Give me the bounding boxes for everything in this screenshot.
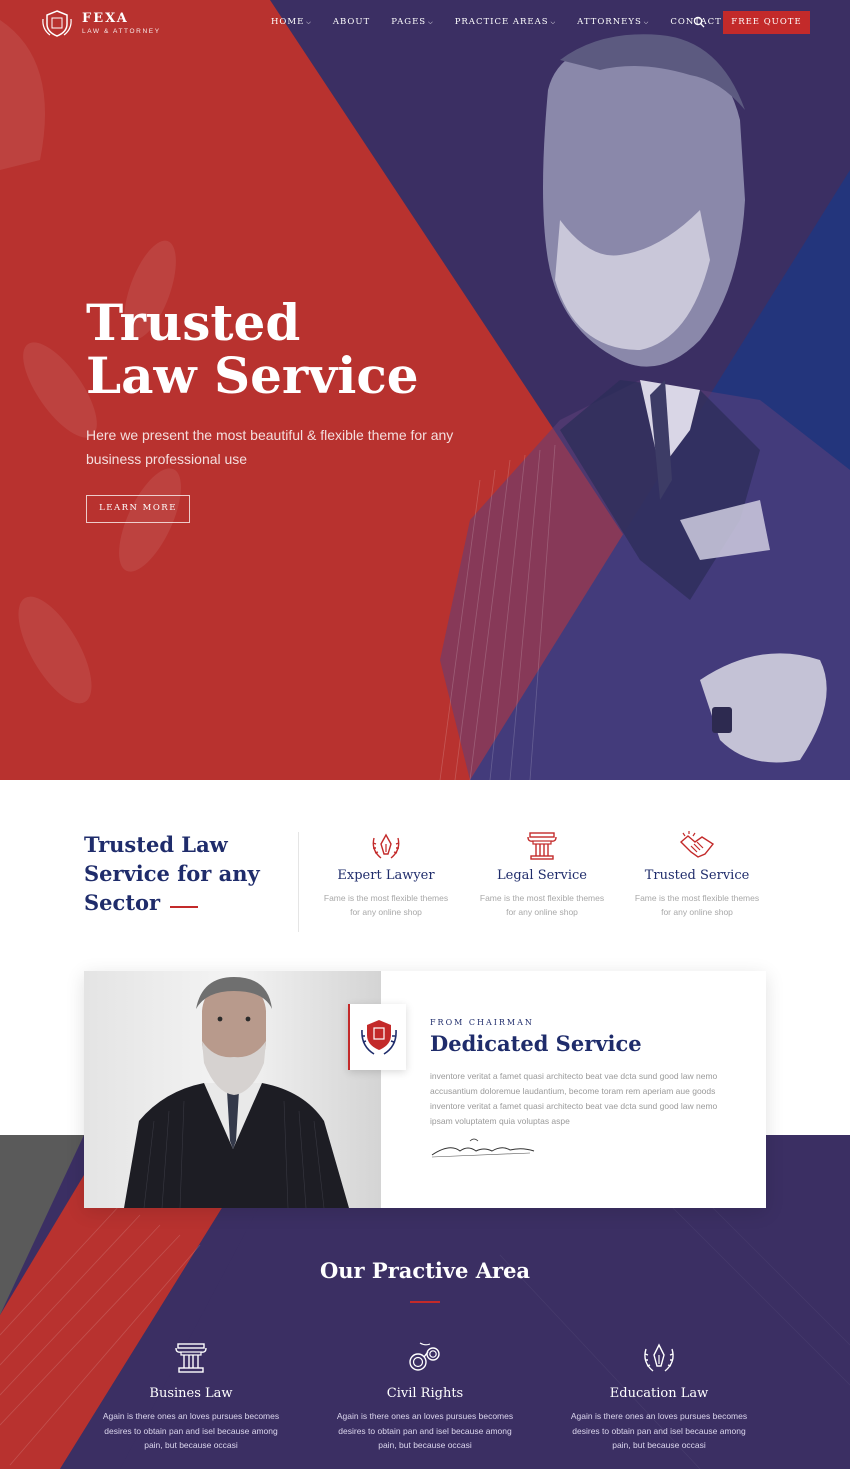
feature-expert-lawyer: Expert Lawyer Fame is the most flexible … (306, 830, 466, 919)
features-heading: Trusted Law Service for any Sector (84, 830, 294, 917)
chevron-down-icon: ⌵ (428, 19, 434, 26)
free-quote-button[interactable]: FREE QUOTE (723, 11, 810, 34)
pen-laurel-icon (644, 1343, 674, 1372)
nav-item-attorneys[interactable]: ATTORNEYS ⌵ (577, 17, 649, 27)
nav-item-label: PRACTICE AREAS (454, 17, 549, 27)
nav-item-label: HOME (271, 17, 305, 27)
nav-item-practice-areas[interactable]: PRACTICE AREAS ⌵ (455, 17, 556, 27)
practice-busines-law[interactable]: Busines Law Again is there ones an loves… (91, 1340, 291, 1453)
chairman-card: FROM CHAIRMAN Dedicated Service inventor… (84, 971, 766, 1208)
hero-title-line: Trusted (86, 293, 301, 352)
feature-description: Fame is the most flexible themes for any … (479, 893, 605, 917)
pillar-icon (175, 1343, 207, 1373)
nav-item-label: PAGES (391, 17, 427, 27)
vertical-divider (298, 832, 299, 932)
learn-more-button[interactable]: LEARN MORE (86, 495, 190, 523)
nav-item-about[interactable]: ABOUT (333, 17, 370, 27)
hero-title-line: Law Service (86, 346, 419, 405)
chairman-text: inventore veritat a famet quasi architec… (430, 1071, 718, 1126)
practice-description: Again is there ones an loves pursues bec… (102, 1411, 280, 1450)
main-menu: HOME ⌵ ABOUT PAGES ⌵ PRACTICE AREAS ⌵ ATTOR… (271, 17, 743, 27)
features-heading-line: Trusted Law (84, 832, 228, 857)
brand-tagline: LAW & ATTORNEY (82, 27, 161, 35)
feature-title: Expert Lawyer (337, 868, 435, 883)
nav-item-label: ATTORNEYS (577, 17, 642, 27)
feature-title: Trusted Service (644, 868, 750, 883)
features-heading-line: Service for any (84, 861, 260, 886)
practice-title: Civil Rights (386, 1386, 464, 1401)
shield-laurel-icon (42, 10, 72, 37)
feature-description: Fame is the most flexible themes for any … (634, 893, 760, 917)
chevron-down-icon: ⌵ (550, 19, 557, 26)
hero-title: Trusted Law Service (86, 296, 506, 402)
search-icon[interactable] (693, 16, 705, 28)
nav-item-home[interactable]: HOME ⌵ (271, 17, 312, 27)
brand-logo[interactable]: FEXA LAW & ATTORNEY (40, 7, 161, 39)
nav-item-label: ABOUT (332, 17, 371, 27)
shield-laurel-icon (361, 1020, 397, 1055)
practice-heading: Our Practive Area (319, 1258, 531, 1283)
heading-underline (410, 1301, 440, 1303)
practice-title: Education Law (609, 1386, 709, 1401)
chevron-down-icon: ⌵ (306, 19, 312, 26)
chairman-badge (348, 1004, 406, 1070)
chairman-title: Dedicated Service (430, 1031, 642, 1056)
pen-laurel-icon (372, 833, 400, 859)
feature-description: Fame is the most flexible themes for any … (323, 893, 449, 917)
practice-description: Again is there ones an loves pursues bec… (570, 1411, 748, 1450)
handshake-icon (679, 831, 715, 858)
signature-image (431, 1138, 535, 1158)
hero-section: FEXA LAW & ATTORNEY HOME ⌵ ABOUT PAGES ⌵ P… (0, 0, 850, 780)
practice-civil-rights[interactable]: Civil Rights Again is there ones an love… (325, 1340, 525, 1453)
pillar-icon (527, 832, 557, 860)
heading-underline (170, 906, 198, 908)
top-navigation: FEXA LAW & ATTORNEY HOME ⌵ ABOUT PAGES ⌵ P… (0, 0, 850, 46)
handcuffs-icon (409, 1342, 440, 1371)
practice-title: Busines Law (149, 1386, 233, 1401)
brand-name: FEXA (82, 10, 129, 26)
feature-legal-service: Legal Service Fame is the most flexible … (462, 830, 622, 919)
feature-trusted-service: Trusted Service Fame is the most flexibl… (617, 830, 777, 919)
feature-title: Legal Service (497, 868, 587, 883)
nav-item-pages[interactable]: PAGES ⌵ (391, 17, 433, 27)
hero-subtitle: Here we present the most beautiful & fle… (86, 427, 454, 467)
chairman-kicker: FROM CHAIRMAN (430, 1018, 534, 1027)
practice-education-law[interactable]: Education Law Again is there ones an lov… (559, 1340, 759, 1453)
chairman-photo (84, 971, 381, 1208)
chevron-down-icon: ⌵ (643, 19, 650, 26)
practice-description: Again is there ones an loves pursues bec… (336, 1411, 514, 1450)
features-heading-line: Sector (84, 890, 161, 915)
